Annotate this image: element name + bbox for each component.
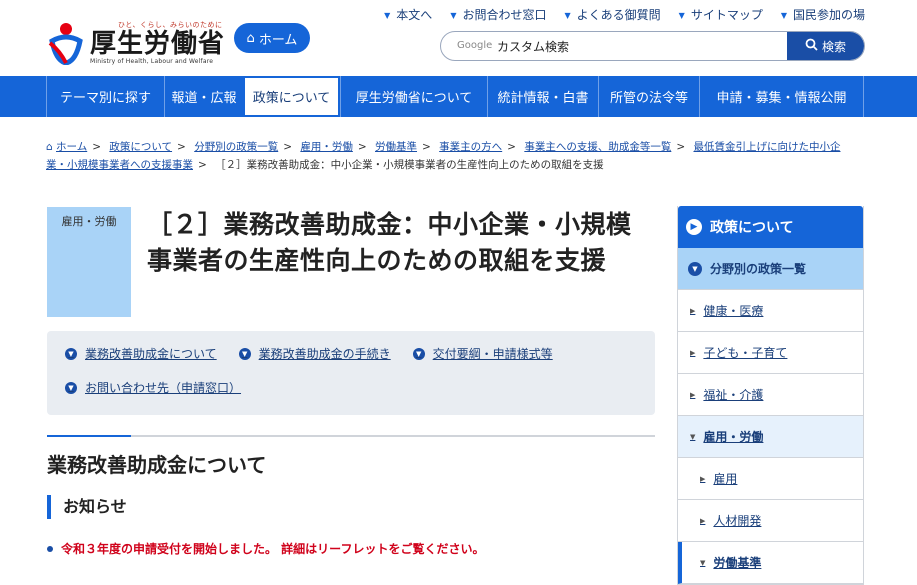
triangle-right-icon: ▶ xyxy=(690,306,696,315)
sidebar-heading[interactable]: ▶ 政策について xyxy=(678,206,863,248)
mhlw-logo[interactable]: ひと、くらし、みらいのために 厚生労働省 Ministry of Health,… xyxy=(46,20,226,66)
breadcrumb-link[interactable]: 事業主の方へ xyxy=(439,141,502,153)
anchor-link-label: 業務改善助成金の手続き xyxy=(258,347,391,361)
sidebar-item-employment[interactable]: ▶ 雇用 xyxy=(678,458,863,500)
nav-item-about[interactable]: 厚生労働省について xyxy=(340,76,487,117)
google-label: Google xyxy=(457,40,493,51)
category-badge: 雇用・労働 xyxy=(47,207,131,317)
sidebar-item-label: 健康・医療 xyxy=(703,304,764,318)
home-small-icon: ⌂ xyxy=(46,141,53,153)
breadcrumb-link[interactable]: 事業主への支援、助成金等一覧 xyxy=(524,141,671,153)
sidebar-item-label: 雇用・労働 xyxy=(703,430,764,444)
sidebar-item-employment-labour[interactable]: ▼ 雇用・労働 xyxy=(678,416,863,458)
sidebar-item-label: 労働基準 xyxy=(713,556,762,570)
anchor-links-box: ▼ 業務改善助成金について ▼ 業務改善助成金の手続き ▼ 交付要綱・申請様式等 ▼ お… xyxy=(47,331,655,415)
triangle-right-icon: ▶ xyxy=(690,348,696,357)
nav-item-policy[interactable]: 政策について xyxy=(243,76,340,117)
sidebar: ▶ 政策について ▼ 分野別の政策一覧 ▶ 健康・医療 ▶ 子ども・子育て ▶ 福祉・… xyxy=(677,206,864,585)
search-input-value: カスタム検索 xyxy=(497,40,570,54)
anchor-link-label: 業務改善助成金について xyxy=(85,347,217,361)
breadcrumb-link[interactable]: 雇用・労働 xyxy=(300,141,353,153)
chevron-down-icon: ▼ xyxy=(65,381,77,394)
util-link-skip[interactable]: 本文へ xyxy=(384,6,432,23)
anchor-link-label: お問い合わせ先（申請窓口） xyxy=(85,381,242,395)
search-icon xyxy=(805,38,818,54)
search-input[interactable]: Google カスタム検索 xyxy=(441,32,787,60)
section-heading: 業務改善助成金について xyxy=(47,435,655,478)
sidebar-item-health[interactable]: ▶ 健康・医療 xyxy=(678,290,863,332)
breadcrumb-link[interactable]: 労働基準 xyxy=(375,141,417,153)
global-nav: テーマ別に探す 報道・広報 政策について 厚生労働省について 統計情報・白書 所… xyxy=(0,76,917,117)
logo-name: 厚生労働省 xyxy=(90,29,226,59)
triangle-down-icon: ▼ xyxy=(690,432,696,441)
sidebar-item-label: 福祉・介護 xyxy=(703,388,764,402)
sidebar-item-labour-standards[interactable]: ▼ 労働基準 xyxy=(678,542,863,584)
util-link-sitemap[interactable]: サイトマップ xyxy=(679,6,763,23)
sidebar-sub-heading[interactable]: ▼ 分野別の政策一覧 xyxy=(678,248,863,290)
nav-item-statistics[interactable]: 統計情報・白書 xyxy=(487,76,598,117)
chevron-right-icon: ▶ xyxy=(686,219,702,235)
anchor-link-forms[interactable]: ▼ 交付要綱・申請様式等 xyxy=(412,345,553,362)
sidebar-item-hr-development[interactable]: ▶ 人材開発 xyxy=(678,500,863,542)
anchor-link-about[interactable]: ▼ 業務改善助成金について xyxy=(65,345,217,362)
breadcrumb-link[interactable]: ホーム xyxy=(56,141,87,153)
nav-item-themes[interactable]: テーマ別に探す xyxy=(46,76,164,117)
chevron-down-icon: ▼ xyxy=(412,347,425,360)
triangle-right-icon: ▶ xyxy=(690,390,696,399)
notice-text: 令和３年度の申請受付を開始しました。 詳細はリーフレットをご覧ください。 xyxy=(61,542,485,556)
site-header: ひと、くらし、みらいのために 厚生労働省 Ministry of Health,… xyxy=(0,0,917,76)
search-bar: Google カスタム検索 検索 xyxy=(440,31,865,61)
nav-item-applications[interactable]: 申請・募集・情報公開 xyxy=(699,76,864,117)
util-link-participation[interactable]: 国民参加の場 xyxy=(781,6,865,23)
bullet-icon xyxy=(47,545,53,552)
sidebar-sub-label: 分野別の政策一覧 xyxy=(710,262,807,276)
anchor-link-contact[interactable]: ▼ お問い合わせ先（申請窓口） xyxy=(65,379,241,396)
sidebar-item-welfare[interactable]: ▶ 福祉・介護 xyxy=(678,374,863,416)
utility-links: 本文へ お問合わせ窓口 よくある御質問 サイトマップ 国民参加の場 xyxy=(384,6,865,23)
nav-item-laws[interactable]: 所管の法令等 xyxy=(598,76,699,117)
chevron-down-icon: ▼ xyxy=(65,347,77,360)
triangle-down-icon: ▼ xyxy=(700,558,706,567)
util-link-contact[interactable]: お問合わせ窓口 xyxy=(450,6,546,23)
search-button[interactable]: 検索 xyxy=(787,32,864,60)
notice-item: 令和３年度の申請受付を開始しました。 詳細はリーフレットをご覧ください。 xyxy=(47,540,484,557)
triangle-right-icon: ▶ xyxy=(700,474,706,483)
triangle-right-icon: ▶ xyxy=(700,516,706,525)
breadcrumb-link[interactable]: 分野別の政策一覧 xyxy=(194,141,278,153)
anchor-link-procedure[interactable]: ▼ 業務改善助成金の手続き xyxy=(238,345,391,362)
nav-item-press[interactable]: 報道・広報 xyxy=(164,76,243,117)
sidebar-heading-label: 政策について xyxy=(710,220,794,236)
logo-english: Ministry of Health, Labour and Welfare xyxy=(90,58,214,65)
anchor-link-label: 交付要綱・申請様式等 xyxy=(432,347,553,361)
breadcrumb: ⌂ ホーム > 政策について > 分野別の政策一覧 > 雇用・労働 > 労働基準 > 事業… xyxy=(46,141,841,171)
search-button-label: 検索 xyxy=(821,39,846,54)
home-button[interactable]: ⌂ ホーム xyxy=(234,23,310,53)
sidebar-item-children[interactable]: ▶ 子ども・子育て xyxy=(678,332,863,374)
subheading-news: お知らせ xyxy=(47,495,127,519)
chevron-down-icon: ▼ xyxy=(688,261,702,276)
sidebar-item-label: 人材開発 xyxy=(713,514,762,528)
chevron-down-icon: ▼ xyxy=(238,347,251,360)
house-icon: ⌂ xyxy=(246,30,255,46)
breadcrumb-link[interactable]: 政策について xyxy=(109,141,172,153)
page-title: ［２］業務改善助成金：中小企業・小規模事業者の生産性向上のための取組を支援 xyxy=(147,210,632,275)
sidebar-item-label: 雇用 xyxy=(713,472,738,486)
logo-mark-icon xyxy=(46,21,86,66)
home-button-label: ホーム xyxy=(258,32,298,48)
sidebar-item-label: 子ども・子育て xyxy=(703,346,788,360)
util-link-faq[interactable]: よくある御質問 xyxy=(564,6,661,23)
breadcrumb-current: ［２］業務改善助成金：中小企業・小規模事業者の生産性向上のための取組を支援 xyxy=(215,159,604,171)
